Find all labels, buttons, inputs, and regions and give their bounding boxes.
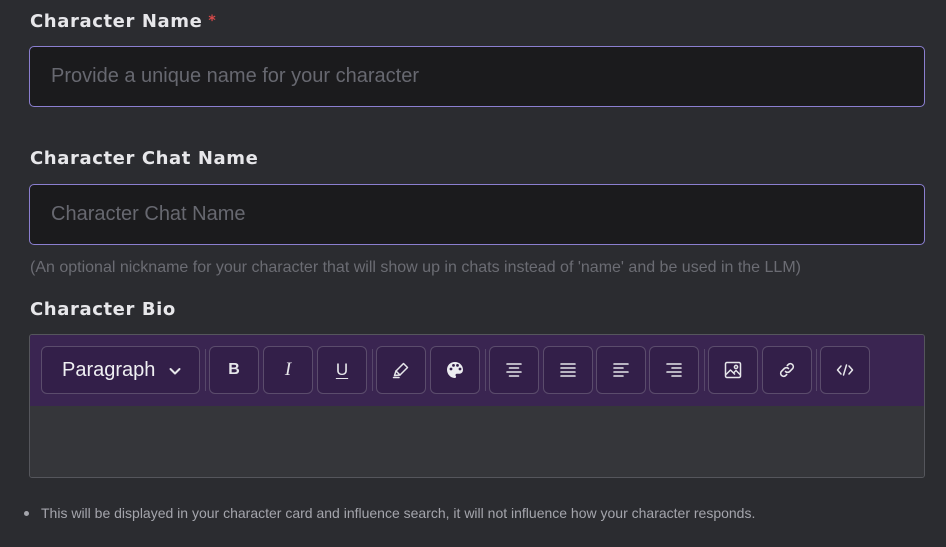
toolbar-separator	[372, 349, 373, 391]
bio-note: This will be displayed in your character…	[24, 505, 755, 521]
italic-icon: I	[284, 359, 292, 380]
insert-link-button[interactable]	[762, 346, 812, 394]
character-name-label-text: Character Name	[30, 11, 203, 32]
underline-button[interactable]: U	[317, 346, 367, 394]
required-marker: *	[208, 13, 217, 29]
text-color-button[interactable]	[430, 346, 480, 394]
align-center-button[interactable]	[489, 346, 539, 394]
bio-rich-text-editor: Paragraph B I U	[29, 334, 925, 478]
character-bio-label: Character Bio	[30, 299, 176, 320]
align-left-button[interactable]	[596, 346, 646, 394]
bullet-icon	[24, 510, 29, 516]
code-icon	[835, 362, 855, 378]
block-format-dropdown[interactable]: Paragraph	[41, 346, 200, 394]
highlighter-icon	[391, 360, 411, 380]
toolbar-separator	[485, 349, 486, 391]
align-right-icon	[665, 362, 683, 378]
highlight-button[interactable]	[376, 346, 426, 394]
chevron-down-icon	[167, 363, 183, 379]
character-name-label: Character Name *	[30, 12, 216, 32]
character-chat-name-input[interactable]	[29, 184, 925, 245]
bio-note-text: This will be displayed in your character…	[41, 505, 756, 521]
align-justify-button[interactable]	[543, 346, 593, 394]
toolbar-separator	[816, 349, 817, 391]
align-left-icon	[612, 362, 630, 378]
character-chat-name-label: Character Chat Name	[30, 148, 259, 169]
align-center-icon	[505, 362, 523, 378]
bold-icon: B	[228, 361, 240, 378]
bold-button[interactable]: B	[209, 346, 259, 394]
code-view-button[interactable]	[820, 346, 870, 394]
palette-icon	[445, 360, 465, 380]
toolbar-separator	[704, 349, 705, 391]
toolbar-separator	[205, 349, 206, 391]
character-form: Character Name * Character Chat Name (An …	[0, 0, 946, 547]
block-format-value: Paragraph	[62, 358, 156, 381]
link-icon	[777, 360, 797, 380]
italic-button[interactable]: I	[263, 346, 313, 394]
underline-icon: U	[335, 360, 349, 379]
editor-toolbar: Paragraph B I U	[30, 335, 924, 406]
chat-name-help-text: (An optional nickname for your character…	[30, 259, 801, 276]
align-right-button[interactable]	[649, 346, 699, 394]
insert-image-button[interactable]	[708, 346, 758, 394]
character-name-input[interactable]	[29, 46, 925, 107]
image-icon	[723, 360, 743, 380]
bio-content-area[interactable]	[30, 406, 924, 477]
align-justify-icon	[559, 362, 577, 378]
